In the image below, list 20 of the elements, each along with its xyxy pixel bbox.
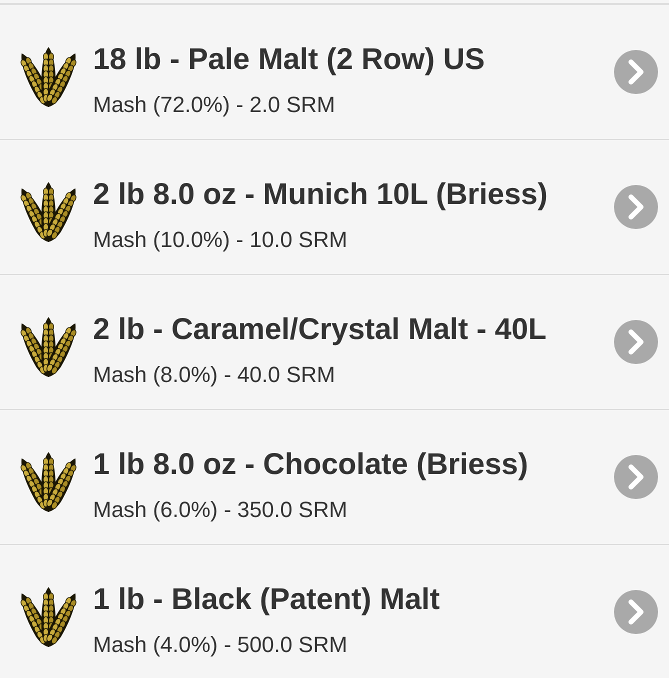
ingredient-row[interactable]: 1 lb 8.0 oz - Chocolate (Briess) Mash (6.0%) - 350.0 SRM [0,410,669,545]
chevron-right-icon[interactable] [614,185,658,229]
ingredient-title: 18 lb - Pale Malt (2 Row) US [93,43,486,77]
ingredient-title: 1 lb 8.0 oz - Chocolate (Briess) [93,448,530,482]
ingredient-title: 1 lb - Black (Patent) Malt [93,583,441,617]
ingredient-detail: Mash (10.0%) - 10.0 SRM [93,227,348,253]
chevron-right-icon[interactable] [614,590,658,634]
ingredient-row[interactable]: 2 lb 8.0 oz - Munich 10L (Briess) Mash (10.0%) - 10.0 SRM [0,140,669,275]
ingredient-row[interactable]: 1 lb - Black (Patent) Malt Mash (4.0%) - 500.0 SRM [0,545,669,678]
ingredient-detail: Mash (4.0%) - 500.0 SRM [93,632,348,658]
ingredient-title: 2 lb 8.0 oz - Munich 10L (Briess) [93,178,549,212]
ingredient-detail: Mash (6.0%) - 350.0 SRM [93,497,348,523]
ingredient-row[interactable]: 2 lb - Caramel/Crystal Malt - 40L Mash (8.0%) - 40.0 SRM [0,275,669,410]
ingredient-detail: Mash (72.0%) - 2.0 SRM [93,92,336,118]
ingredient-row[interactable]: 18 lb - Pale Malt (2 Row) US Mash (72.0%) - 2.0 SRM [0,5,669,140]
ingredient-title: 2 lb - Caramel/Crystal Malt - 40L [93,313,548,347]
chevron-right-icon[interactable] [614,455,658,499]
chevron-right-icon[interactable] [614,320,658,364]
chevron-right-icon[interactable] [614,50,658,94]
ingredient-detail: Mash (8.0%) - 40.0 SRM [93,362,336,388]
